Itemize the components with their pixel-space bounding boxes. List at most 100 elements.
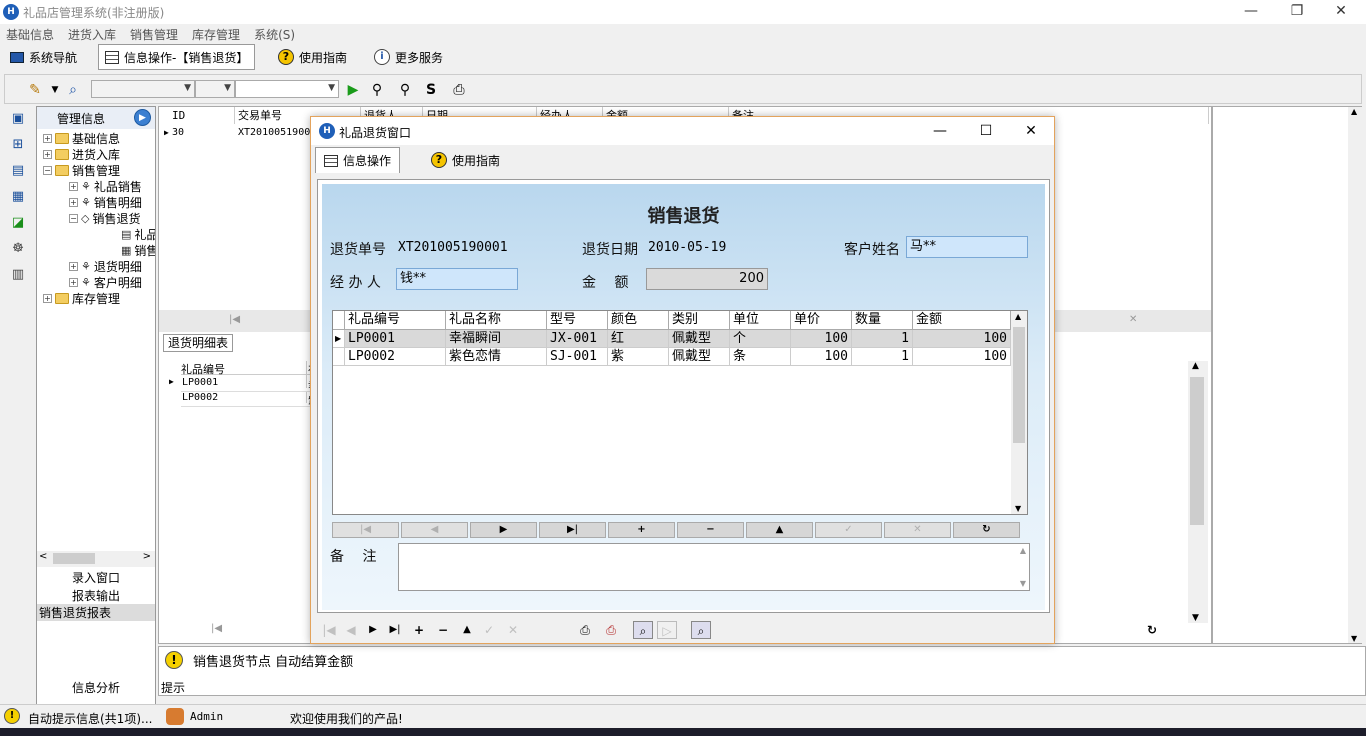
menu-inventory[interactable]: 库存管理 <box>186 24 248 43</box>
network-icon[interactable]: ⊞ <box>9 136 27 154</box>
scroll-left-icon[interactable]: < <box>39 551 47 562</box>
link-report-output[interactable]: 报表输出 <box>37 587 155 604</box>
return-detail-grid[interactable]: 礼品编号 礼 ▶ LP0001 幸 LP0002 紫 <box>167 361 319 409</box>
table-cell[interactable]: SJ-001 <box>547 348 608 366</box>
memo-textarea[interactable]: ▲ ▼ <box>398 543 1030 591</box>
expand-icon[interactable]: + <box>69 197 78 207</box>
cancel-icon[interactable]: ✕ <box>1129 314 1137 325</box>
delete-icon[interactable]: − <box>433 621 453 639</box>
scroll-thumb[interactable] <box>53 553 95 564</box>
print-preview-icon[interactable]: ⎙ <box>601 621 621 639</box>
column-header[interactable]: ID <box>169 107 235 124</box>
expand-icon[interactable]: + <box>69 277 78 287</box>
column-header[interactable]: 金额 <box>913 311 1011 330</box>
go-arrow-icon[interactable]: ▶ <box>134 109 151 126</box>
post-record-button[interactable]: ✓ <box>815 522 882 538</box>
status-info[interactable]: 自动提示信息(共1项)... <box>28 710 152 727</box>
insert-record-button[interactable]: + <box>608 522 675 538</box>
collapse-icon[interactable]: − <box>69 213 78 223</box>
table-cell[interactable]: 条 <box>730 348 791 366</box>
link-info-analysis[interactable]: 信息分析 <box>37 679 155 696</box>
menu-sales[interactable]: 销售管理 <box>124 24 186 43</box>
link-sales-return-report[interactable]: 销售退货报表 <box>37 604 155 621</box>
column-header[interactable]: 礼品编号 <box>345 311 446 330</box>
find-next-icon[interactable]: ⚲ <box>395 80 415 100</box>
scroll-down-icon[interactable]: ▼ <box>1192 613 1199 623</box>
table-cell[interactable]: 1 <box>852 348 913 366</box>
column-header[interactable]: 数量 <box>852 311 913 330</box>
table-row[interactable]: ▶ LP0001 幸 <box>169 377 318 392</box>
value-combo[interactable]: ▼ <box>235 80 339 98</box>
tab-user-guide[interactable]: ? 使用指南 <box>272 44 353 70</box>
first-record-icon[interactable]: |◀ <box>319 621 339 639</box>
table-cell[interactable]: JX-001 <box>547 330 608 348</box>
zoom-preview-icon[interactable]: ⌕ <box>633 621 653 639</box>
table-cell[interactable]: 100 <box>791 348 852 366</box>
field-combo[interactable]: ▼ <box>91 80 195 98</box>
prev-record-button[interactable]: ◀ <box>401 522 468 538</box>
table-cell[interactable]: 100 <box>913 330 1011 348</box>
scroll-up-icon[interactable]: ▲ <box>1192 361 1199 371</box>
menu-system[interactable]: 系统(S) <box>248 24 303 43</box>
table-cell[interactable]: LP0002 <box>345 348 446 366</box>
scroll-up-icon[interactable]: ▲ <box>1015 312 1021 321</box>
table-cell[interactable]: 个 <box>730 330 791 348</box>
table-icon[interactable]: ▤ <box>9 162 27 180</box>
scroll-thumb[interactable] <box>1190 377 1204 525</box>
post-icon[interactable]: ✓ <box>479 621 499 639</box>
column-header[interactable]: 礼品名称 <box>446 311 547 330</box>
tree-node-purchase[interactable]: + 进货入库 <box>43 146 120 162</box>
close-button[interactable]: ✕ <box>1318 0 1364 24</box>
tab-info-operation[interactable]: 信息操作-【销售退货】 <box>98 44 256 70</box>
dialog-close-button[interactable]: ✕ <box>1008 119 1054 143</box>
tab-return-detail[interactable]: 退货明细表 <box>163 334 234 352</box>
detail-vscrollbar[interactable]: ▲ ▼ <box>1188 361 1208 623</box>
expand-icon[interactable]: + <box>43 133 52 143</box>
dialog-tab-user-guide[interactable]: ? 使用指南 <box>423 147 508 173</box>
last-record-icon[interactable]: ▶| <box>385 621 405 639</box>
last-record-button[interactable]: ▶| <box>539 522 606 538</box>
cancel-record-button[interactable]: ✕ <box>884 522 951 538</box>
table-cell[interactable]: LP0001 <box>345 330 446 348</box>
print-icon[interactable]: ⎙ <box>575 621 595 639</box>
find-user-icon[interactable]: ⚲ <box>367 80 387 100</box>
detail-grid[interactable]: 礼品编号 礼品名称 型号 颜色 类别 单位 单价 数量 金额 ▶ LP0001 … <box>332 310 1028 515</box>
dialog-maximize-button[interactable]: ☐ <box>963 119 1009 143</box>
dialog-tab-info-operation[interactable]: 信息操作 <box>315 147 401 173</box>
column-header[interactable]: 型号 <box>547 311 608 330</box>
column-header[interactable]: 类别 <box>669 311 730 330</box>
detail-grid-vscrollbar[interactable]: ▲ ▼ <box>1011 311 1027 514</box>
tree-node-sales-return[interactable]: − ◇ 销售退货 <box>69 210 140 226</box>
refresh-icon[interactable]: ↻ <box>1147 623 1157 637</box>
pencil-icon[interactable]: ✎ <box>25 80 45 100</box>
table-cell[interactable]: 幸福瞬间 <box>446 330 547 348</box>
scroll-right-icon[interactable]: > <box>143 551 151 562</box>
chart-icon[interactable]: ◪ <box>9 214 27 232</box>
cancel-icon[interactable]: ✕ <box>503 621 523 639</box>
scroll-up-icon[interactable]: ▲ <box>1020 546 1026 555</box>
expand-icon[interactable]: + <box>43 149 52 159</box>
table-cell[interactable]: 佩戴型 <box>669 348 730 366</box>
tree-node-gift-return[interactable]: ▤礼品退货 <box>121 226 155 242</box>
operator-combo[interactable]: ▼ <box>195 80 235 98</box>
table-cell[interactable]: 紫 <box>608 348 669 366</box>
tree-node-sales-return-report[interactable]: ▦销售退货 <box>121 242 155 258</box>
next-record-button[interactable]: ▶ <box>470 522 537 538</box>
handler-field[interactable]: 钱** <box>396 268 518 290</box>
link-entry-window[interactable]: 录入窗口 <box>37 569 155 586</box>
scroll-up-icon[interactable]: ▲ <box>1351 107 1357 116</box>
document-icon[interactable]: ▦ <box>9 188 27 206</box>
table-cell[interactable]: 红 <box>608 330 669 348</box>
play-icon[interactable]: ▷ <box>657 621 677 639</box>
menu-basic-info[interactable]: 基础信息 <box>0 24 62 43</box>
play-icon[interactable]: ▶ <box>343 80 363 100</box>
table-cell[interactable]: 100 <box>791 330 852 348</box>
restore-button[interactable]: ❐ <box>1274 0 1320 24</box>
expand-icon[interactable]: + <box>43 293 52 303</box>
table-cell[interactable]: 1 <box>852 330 913 348</box>
scroll-down-icon[interactable]: ▼ <box>1020 579 1026 588</box>
column-header[interactable]: 颜色 <box>608 311 669 330</box>
table-cell[interactable]: 紫色恋情 <box>446 348 547 366</box>
table-cell[interactable]: 佩戴型 <box>669 330 730 348</box>
search-doc-icon[interactable]: ⌕ <box>63 80 83 100</box>
